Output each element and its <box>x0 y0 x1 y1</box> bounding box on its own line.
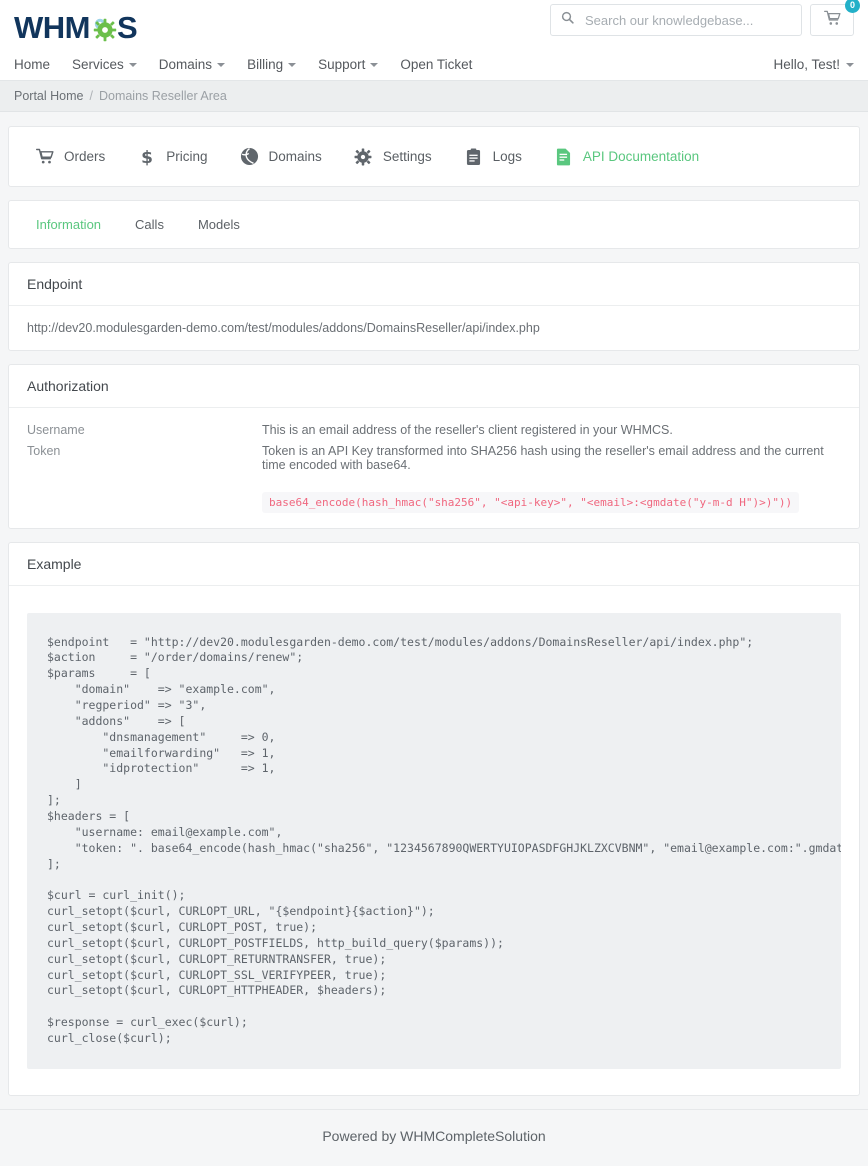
nav-label: Billing <box>247 56 284 72</box>
toolbar-item-domains[interactable]: Domains <box>224 141 338 172</box>
auth-row-username: Username This is an email address of the… <box>27 423 841 437</box>
auth-description: Token is an API Key transformed into SHA… <box>262 444 824 472</box>
logo-text-right: S <box>116 10 138 45</box>
footer-text: Powered by WHMCompleteSolution <box>322 1128 546 1145</box>
chevron-down-icon <box>370 62 379 67</box>
nav-label: Domains <box>158 56 213 72</box>
cart-badge: 0 <box>845 0 860 13</box>
endpoint-url: http://dev20.modulesgarden-demo.com/test… <box>27 321 540 335</box>
account-label: Hello, Test! <box>773 56 840 72</box>
clipboard-icon <box>464 147 483 166</box>
breadcrumb-current: Domains Reseller Area <box>98 89 227 103</box>
auth-row-token: Token Token is an API Key transformed in… <box>27 444 841 472</box>
gear-icon <box>354 148 373 166</box>
chevron-down-icon <box>846 62 854 67</box>
shopping-cart-icon <box>823 10 841 31</box>
chevron-down-icon <box>288 62 297 67</box>
toolbar-item-orders[interactable]: Orders <box>19 142 121 171</box>
nav-item-billing[interactable]: Billing <box>236 48 307 81</box>
toolbar-label: Pricing <box>166 149 208 164</box>
tab-label: Calls <box>135 217 164 232</box>
gear-icon <box>89 13 119 43</box>
toolbar-label: Domains <box>268 149 322 164</box>
auth-label: Token <box>27 444 61 458</box>
breadcrumb: Portal Home / Domains Reseller Area <box>0 81 868 112</box>
toolbar-item-settings[interactable]: Settings <box>338 142 448 172</box>
site-header: WHM S Search our knowledgebase... 0 <box>0 0 868 48</box>
nav-item-open-ticket[interactable]: Open Ticket <box>389 48 483 81</box>
example-code-block: $endpoint = "http://dev20.modulesgarden-… <box>27 612 841 1069</box>
page-footer: Powered by WHMCompleteSolution <box>0 1109 868 1166</box>
chevron-down-icon <box>217 62 226 67</box>
tab-list: Information Calls Models <box>9 201 859 248</box>
tab-models[interactable]: Models <box>181 213 257 236</box>
nav-label: Support <box>318 56 366 72</box>
token-code-snippet: base64_encode(hash_hmac("sha256", "<api-… <box>262 492 800 513</box>
account-menu[interactable]: Hello, Test! <box>773 57 854 72</box>
auth-description: This is an email address of the reseller… <box>262 423 673 437</box>
file-document-icon <box>554 148 573 166</box>
toolbar-label: API Documentation <box>582 149 700 164</box>
nav-item-support[interactable]: Support <box>307 48 389 81</box>
breadcrumb-home[interactable]: Portal Home <box>14 89 83 103</box>
header-actions: 0 <box>550 0 860 36</box>
cart-button[interactable]: 0 <box>810 0 860 36</box>
example-panel: Example $endpoint = "http://dev20.module… <box>8 542 860 1097</box>
toolbar-label: Orders <box>64 149 106 164</box>
nav-item-services[interactable]: Services <box>61 48 148 81</box>
search-input[interactable] <box>583 11 791 29</box>
logo-text-left: WHM <box>14 10 90 45</box>
tabs-panel: Information Calls Models <box>8 200 860 249</box>
tab-information[interactable]: Information <box>19 213 118 236</box>
toolbar-label: Settings <box>382 149 432 164</box>
authorization-title: Authorization <box>9 365 859 408</box>
toolbar-item-api-documentation[interactable]: API Documentation <box>538 142 715 172</box>
example-title: Example <box>9 543 859 586</box>
breadcrumb-separator: / <box>89 89 93 103</box>
svg-text:$: $ <box>141 148 153 166</box>
globe-icon <box>240 147 259 166</box>
endpoint-title: Endpoint <box>9 263 859 306</box>
search-icon <box>561 11 574 29</box>
authorization-panel: Authorization Username This is an email … <box>8 364 860 529</box>
nav-items: Home Services Domains Billing Support Op… <box>14 48 483 81</box>
dollar-sign-icon: $ <box>137 148 156 166</box>
toolbar-item-pricing[interactable]: $ Pricing <box>121 142 223 172</box>
nav-item-home[interactable]: Home <box>14 48 61 81</box>
tab-label: Models <box>197 217 240 232</box>
nav-label: Open Ticket <box>400 56 473 72</box>
chevron-down-icon <box>128 62 137 67</box>
shopping-cart-icon <box>35 148 54 165</box>
nav-item-domains[interactable]: Domains <box>148 48 236 81</box>
main-navigation: Home Services Domains Billing Support Op… <box>0 48 868 81</box>
search-box[interactable] <box>550 4 802 36</box>
toolbar-item-logs[interactable]: Logs <box>448 142 538 172</box>
nav-label: Services <box>72 56 124 72</box>
auth-label: Username <box>27 423 85 437</box>
module-toolbar: Orders $ Pricing Domains Settings Logs A… <box>9 127 859 186</box>
endpoint-panel: Endpoint http://dev20.modulesgarden-demo… <box>8 262 860 351</box>
nav-label: Home <box>14 56 51 72</box>
toolbar-label: Logs <box>492 149 522 164</box>
main-content: Orders $ Pricing Domains Settings Logs A… <box>0 112 868 1097</box>
tab-calls[interactable]: Calls <box>118 213 181 236</box>
tab-label: Information <box>36 217 102 232</box>
module-toolbar-panel: Orders $ Pricing Domains Settings Logs A… <box>8 126 860 187</box>
whmcs-logo[interactable]: WHM S <box>14 10 138 45</box>
